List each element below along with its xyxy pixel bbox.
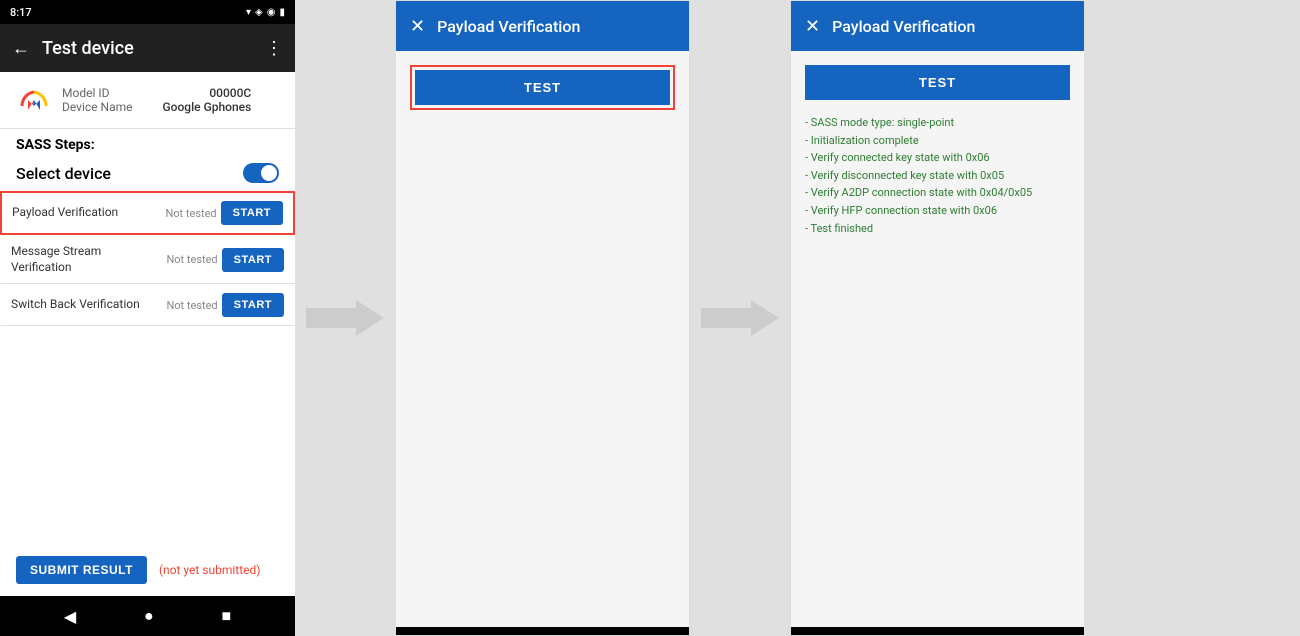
test-list: Payload Verification Not tested START Me… [0,191,295,544]
start-button-payload[interactable]: START [221,201,283,225]
test-name-message-stream: Message StreamVerification [11,244,156,275]
test-status-switch-back: Not tested [160,299,218,312]
test-button-2[interactable]: TEST [805,65,1070,100]
dialog-2-bottom-bar [791,627,1084,635]
start-button-switch-back[interactable]: START [222,293,284,317]
dialog-2-close-button[interactable]: ✕ [805,16,820,37]
test-button-1-wrapper: TEST [410,65,675,110]
nav-home-icon[interactable]: ● [144,606,154,626]
select-device-label: Select device [16,164,111,183]
dialog-2-body: TEST - SASS mode type: single-point - In… [791,51,1084,627]
submission-status: (not yet submitted) [159,563,261,577]
dialog-screen-1: ✕ Payload Verification TEST [395,0,690,636]
battery-icon: ▮ [279,7,285,18]
phone-screen: 8:17 ▾ ◈ ◉ ▮ ← Test device ⋮ Model ID 00… [0,0,295,636]
back-icon[interactable]: ← [12,38,30,59]
test-name-payload: Payload Verification [12,205,155,221]
dialog-1-close-button[interactable]: ✕ [410,16,425,37]
device-logo-icon [16,82,52,118]
dialog-1-header: ✕ Payload Verification [396,1,689,51]
dialog-1-bottom-bar [396,627,689,635]
nav-back-icon[interactable]: ◀ [64,607,76,626]
model-id-value: 00000C [209,86,251,100]
submit-row: SUBMIT RESULT (not yet submitted) [0,544,295,596]
sim-icon: ◈ [255,7,263,18]
test-status-payload: Not tested [159,207,217,220]
device-info-card: Model ID 00000C Device Name Google Gphon… [0,72,295,129]
test-item-message-stream: Message StreamVerification Not tested ST… [0,235,295,284]
dialog-1-body: TEST [396,51,689,627]
test-item-payload: Payload Verification Not tested START [0,191,295,235]
dialog-screen-2: ✕ Payload Verification TEST - SASS mode … [790,0,1085,636]
start-button-message-stream[interactable]: START [222,248,284,272]
model-id-label: Model ID [62,86,109,100]
log-line-6: - Verify HFP connection state with 0x06 [805,202,1070,220]
dialog-2-title: Payload Verification [832,17,1070,36]
device-name-label: Device Name [62,100,133,114]
status-icons: ▾ ◈ ◉ ▮ [246,7,285,18]
app-bar: ← Test device ⋮ [0,24,295,72]
arrow-1 [295,0,395,636]
test-result-log: - SASS mode type: single-point - Initial… [805,110,1070,241]
test-name-switch-back: Switch Back Verification [11,297,156,313]
test-item-switch-back: Switch Back Verification Not tested STAR… [0,284,295,326]
submit-result-button[interactable]: SUBMIT RESULT [16,556,147,584]
sass-steps-label: SASS Steps: [0,129,295,157]
log-line-5: - Verify A2DP connection state with 0x04… [805,184,1070,202]
device-details: Model ID 00000C Device Name Google Gphon… [62,86,251,114]
status-bar: 8:17 ▾ ◈ ◉ ▮ [0,0,295,24]
log-line-4: - Verify disconnected key state with 0x0… [805,167,1070,185]
test-button-1[interactable]: TEST [415,70,670,105]
log-line-3: - Verify connected key state with 0x06 [805,149,1070,167]
log-line-1: - SASS mode type: single-point [805,114,1070,132]
device-name-value: Google Gphones [163,100,252,114]
wifi-icon: ▾ [246,7,251,18]
settings-icon: ◉ [267,7,276,18]
select-device-toggle[interactable] [243,163,279,183]
dialog-1-title: Payload Verification [437,17,675,36]
dialog-2-header: ✕ Payload Verification [791,1,1084,51]
app-title: Test device [42,38,253,59]
test-status-message-stream: Not tested [160,253,218,266]
status-time: 8:17 [10,6,32,19]
log-line-7: - Test finished [805,220,1070,238]
arrow-2 [690,0,790,636]
nav-recents-icon[interactable]: ■ [221,606,231,626]
menu-icon[interactable]: ⋮ [265,38,283,59]
log-line-2: - Initialization complete [805,132,1070,150]
select-device-row: Select device [0,157,295,191]
nav-bar: ◀ ● ■ [0,596,295,636]
